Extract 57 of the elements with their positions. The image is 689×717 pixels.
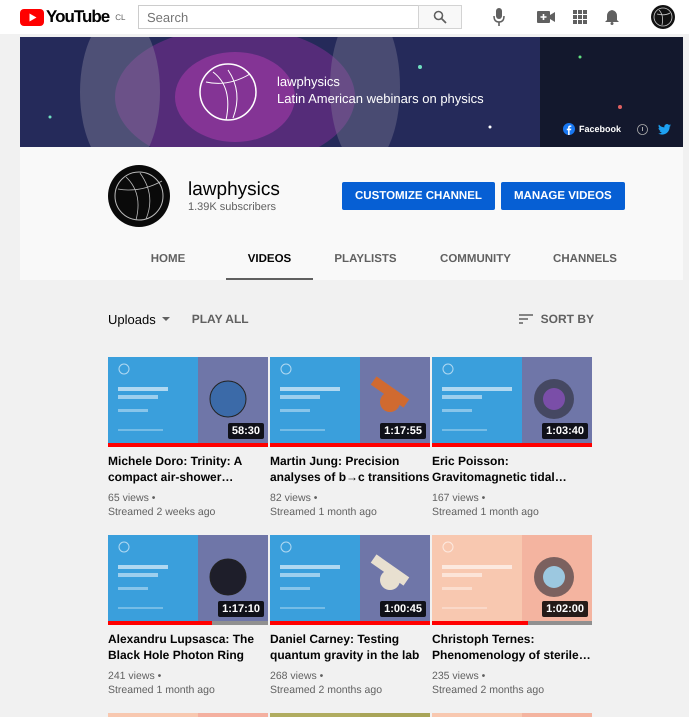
banner-title: lawphysics	[277, 73, 341, 90]
country-code: CL	[115, 13, 126, 22]
facebook-link[interactable]: Facebook	[562, 123, 621, 135]
stream-date: Streamed 1 month ago	[108, 683, 215, 697]
channel-name: lawphysics	[188, 179, 281, 201]
view-count: 268 views •	[270, 669, 324, 683]
bell-icon[interactable]	[605, 9, 619, 25]
microphone-icon[interactable]	[493, 8, 505, 26]
video-title[interactable]: Martin Jung: Precision analyses of b→c transitions	[270, 453, 430, 485]
channel-tab[interactable]: PLAYLISTS	[313, 241, 418, 280]
video-duration: 1:03:40	[542, 423, 588, 439]
website-link-icon[interactable]	[637, 124, 648, 134]
stream-date: Streamed 2 weeks ago	[108, 505, 216, 519]
search-button[interactable]	[418, 5, 462, 29]
video-duration: 1:17:10	[218, 601, 264, 617]
stream-date: Streamed 2 months ago	[432, 683, 544, 697]
logo-text[interactable]: YouTube	[46, 7, 110, 27]
uploads-dropdown[interactable]: Uploads	[108, 312, 170, 326]
banner-subtitle: Latin American webinars on physics	[277, 90, 484, 107]
globe-logo-icon	[198, 62, 258, 122]
sort-by-button[interactable]: SORT BY	[518, 312, 594, 326]
twitter-bird-icon[interactable]	[658, 124, 671, 134]
channel-tab[interactable]: CHANNELS	[533, 241, 637, 280]
facebook-icon[interactable]	[562, 123, 575, 135]
view-count: 65 views •	[108, 491, 156, 505]
video-title[interactable]: Eric Poisson: Gravitomagnetic tidal…	[432, 453, 592, 485]
stream-date: Streamed 1 month ago	[270, 505, 377, 519]
view-count: 241 views •	[108, 669, 162, 683]
caret-icon[interactable]	[162, 317, 170, 321]
view-count: 167 views •	[432, 491, 486, 505]
video-title[interactable]: Alexandru Lupsasca: The Black Hole Photon Ring	[108, 631, 268, 663]
apps-grid-icon[interactable]	[573, 10, 587, 24]
channel-tab[interactable]: COMMUNITY	[418, 241, 533, 280]
video-title[interactable]: Daniel Carney: Testing quantum gravity in the lab	[270, 631, 430, 663]
avatar-icon[interactable]	[651, 5, 675, 29]
channel-tab[interactable]: VIDEOS	[226, 241, 313, 280]
sort-icon[interactable]	[518, 314, 533, 324]
channel-tab[interactable]: HOME	[110, 241, 226, 280]
logo-icon[interactable]	[20, 8, 44, 26]
customize-channel-button[interactable]: CUSTOMIZE CHANNEL	[342, 182, 495, 210]
search-field[interactable]: Search	[138, 5, 418, 29]
video-title[interactable]: Christoph Ternes: Phenomenology of sterile…	[432, 631, 592, 663]
view-count: 235 views •	[432, 669, 486, 683]
stream-date: Streamed 1 month ago	[432, 505, 539, 519]
stream-date: Streamed 2 months ago	[270, 683, 382, 697]
play-all-button[interactable]: PLAY ALL	[192, 312, 249, 326]
video-duration: 1:17:55	[380, 423, 426, 439]
video-title[interactable]: Michele Doro: Trinity: A compact air-shower…	[108, 453, 268, 485]
video-duration: 58:30	[228, 423, 264, 439]
search-icon[interactable]	[433, 10, 447, 24]
video-camera-icon[interactable]	[537, 11, 555, 23]
manage-videos-button[interactable]: MANAGE VIDEOS	[500, 182, 625, 210]
channel-avatar-icon[interactable]	[108, 165, 170, 227]
video-duration: 1:02:00	[542, 601, 588, 617]
view-count: 82 views •	[270, 491, 318, 505]
video-duration: 1:00:45	[380, 601, 426, 617]
subscriber-count: 1.39K subscribers	[188, 201, 278, 213]
